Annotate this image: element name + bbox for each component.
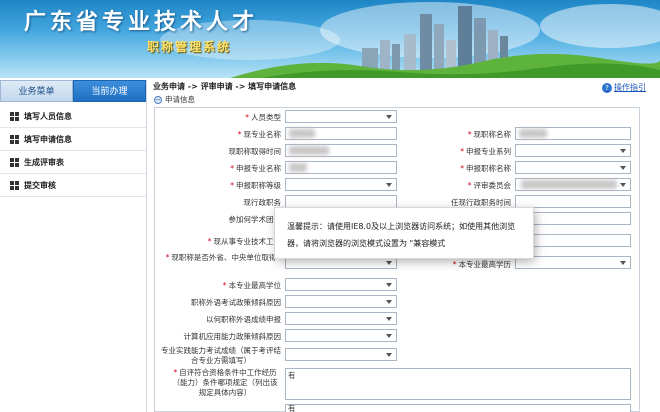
grid-icon bbox=[10, 180, 19, 190]
sidebar-item-label: 填写申请信息 bbox=[24, 134, 72, 144]
apply-title-name-label: * 申报职称名称 bbox=[460, 164, 511, 173]
highest-degree-select[interactable] bbox=[285, 278, 397, 291]
apply-major-label: * 申报专业名称 bbox=[230, 164, 281, 173]
redacted-value bbox=[521, 180, 617, 189]
current-work-label: * 现从事专业技术工作 bbox=[207, 237, 281, 246]
admin-post-time-label: 任现行政职务时间 bbox=[451, 198, 511, 207]
practice-exam-select[interactable] bbox=[285, 348, 397, 361]
breadcrumb: 业务申请 -> 评审申请 -> 填写申请信息 ? 操作指引 bbox=[150, 80, 660, 94]
current-admin-post-label: 现行政职务 bbox=[243, 198, 282, 207]
apply-title-level-select[interactable] bbox=[285, 178, 397, 191]
sidebar-item-fill-application-info[interactable]: 填写申请信息 bbox=[0, 128, 146, 151]
apply-series-select[interactable] bbox=[515, 144, 631, 157]
application-form: * 人员类型 * 现专业名称 * 现职称名称 现职称取得时间 * 申报专业系列 * 申报专… bbox=[154, 107, 640, 412]
browser-notice-text: 温馨提示：请使用IE8.0及以上浏览器访问系统；如使用其他浏览器，请将浏览器的浏… bbox=[287, 222, 516, 248]
lang-exempt-select[interactable] bbox=[285, 295, 397, 308]
current-major-label: * 现专业名称 bbox=[237, 130, 281, 139]
question-icon: ? bbox=[602, 83, 612, 93]
redacted-value bbox=[519, 129, 547, 138]
extra-textarea[interactable]: 有 bbox=[285, 404, 631, 412]
tab-business-menu[interactable]: 业务菜单 bbox=[0, 80, 73, 102]
sidebar-tabs: 业务菜单 当前办理 bbox=[0, 80, 146, 102]
current-admin-post-input[interactable] bbox=[285, 195, 397, 208]
admin-post-time-input[interactable] bbox=[515, 195, 631, 208]
sidebar-menu: 填写人员信息 填写申请信息 生成评审表 提交审核 bbox=[0, 105, 146, 197]
system-subtitle: 职称管理系统 bbox=[147, 40, 232, 54]
sidebar-item-label: 提交审核 bbox=[24, 180, 56, 190]
lang-grade-select[interactable] bbox=[285, 312, 397, 325]
apply-title-name-select[interactable] bbox=[515, 161, 631, 174]
section-title: 申请信息 bbox=[165, 95, 195, 104]
help-link-label: 操作指引 bbox=[614, 83, 646, 92]
apply-series-label: * 申报专业系列 bbox=[460, 147, 511, 156]
self-check-label: * 自评符合资格条件中工作经历（能力）条件哪项规定（列出该规定具体内容） bbox=[172, 368, 278, 397]
apply-title-level-label: * 申报职称等级 bbox=[230, 181, 281, 190]
redacted-value bbox=[289, 163, 307, 172]
redacted-value bbox=[289, 146, 329, 155]
breadcrumb-text: 业务申请 -> 评审申请 -> 填写申请信息 bbox=[153, 82, 297, 91]
redacted-value bbox=[289, 129, 315, 138]
title-obtained-time-label: 现职称取得时间 bbox=[228, 147, 282, 156]
header-banner: 广东省专业技术人才 职称管理系统 bbox=[0, 0, 660, 78]
lang-exempt-label: 职称外语考试政策倾斜原因 bbox=[191, 298, 281, 307]
grid-icon bbox=[10, 111, 19, 121]
grid-icon bbox=[10, 157, 19, 167]
person-type-label: * 人员类型 bbox=[245, 113, 281, 122]
lang-grade-label: 以何职称外语成绩申报 bbox=[206, 315, 281, 324]
practice-exam-label: 专业实践能力考试成绩（属于考评结合专业方需填写） bbox=[161, 346, 281, 365]
sidebar-item-generate-review-form[interactable]: 生成评审表 bbox=[0, 151, 146, 174]
help-link[interactable]: ? 操作指引 bbox=[602, 81, 646, 95]
highest-edu-label: * 本专业最高学历 bbox=[452, 260, 511, 269]
person-type-select[interactable] bbox=[285, 110, 397, 123]
grid-icon bbox=[10, 134, 19, 144]
computer-exempt-label: 计算机应用能力政策倾斜原因 bbox=[183, 332, 282, 341]
sidebar-item-fill-personal-info[interactable]: 填写人员信息 bbox=[0, 105, 146, 128]
academic-group-label: 参加何学术团体 bbox=[228, 215, 282, 224]
tab-current-task[interactable]: 当前办理 bbox=[73, 80, 146, 102]
sidebar-item-submit-review[interactable]: 提交审核 bbox=[0, 174, 146, 197]
collapse-toggle-icon[interactable]: − bbox=[154, 96, 162, 104]
sidebar: 业务菜单 当前办理 填写人员信息 填写申请信息 生成评审表 提交审核 bbox=[0, 80, 147, 412]
review-committee-label: * 评审委员会 bbox=[467, 181, 511, 190]
sidebar-item-label: 填写人员信息 bbox=[24, 111, 72, 121]
self-check-textarea[interactable]: 有 bbox=[285, 368, 631, 400]
outside-title-label: * 现职称是否外省、中央单位取得 bbox=[165, 253, 277, 262]
current-title-label: * 现职称名称 bbox=[467, 130, 511, 139]
browser-notice-dialog: 温馨提示：请使用IE8.0及以上浏览器访问系统；如使用其他浏览器，请将浏览器的浏… bbox=[275, 208, 533, 258]
computer-exempt-select[interactable] bbox=[285, 329, 397, 342]
highest-degree-label: * 本专业最高学位 bbox=[222, 281, 281, 290]
site-title: 广东省专业技术人才 bbox=[24, 9, 259, 35]
section-header[interactable]: − 申请信息 bbox=[150, 94, 660, 106]
sidebar-item-label: 生成评审表 bbox=[24, 157, 64, 167]
